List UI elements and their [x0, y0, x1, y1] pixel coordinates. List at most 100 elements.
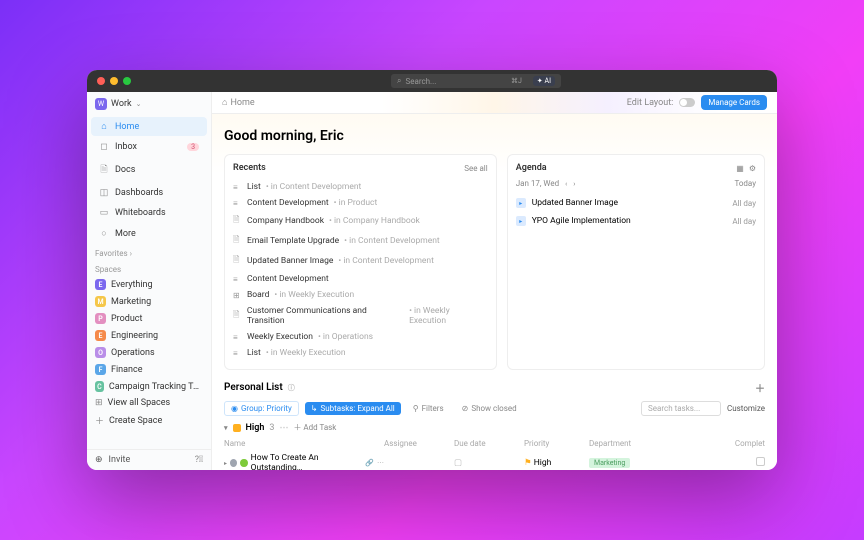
- customize-button[interactable]: Customize: [727, 404, 765, 413]
- event-icon: ▸: [516, 216, 526, 226]
- task-row[interactable]: ▸ How To Create An Outstanding… 🔗 ⋯ ▢ ⚑ …: [224, 450, 765, 470]
- filters-button[interactable]: ⚲ Filters: [407, 402, 450, 415]
- recent-item[interactable]: 🗎Email Template Upgrade • in Content Dev…: [233, 231, 488, 251]
- nav-whiteboards[interactable]: ▭Whiteboards: [91, 204, 207, 222]
- favorites-label[interactable]: Favorites ›: [87, 244, 211, 260]
- chevron-down-icon: ⌄: [136, 100, 142, 108]
- add-task-button[interactable]: ＋ Add Task: [293, 422, 336, 433]
- global-search[interactable]: ⌕ Search... ⌘J ✦ AI: [391, 74, 561, 88]
- window-controls: [97, 77, 131, 85]
- complete-checkbox[interactable]: [756, 457, 765, 466]
- task-link-icon[interactable]: 🔗: [365, 459, 374, 467]
- task-name: How To Create An Outstanding…: [251, 453, 363, 470]
- item-type-icon: ≡: [233, 183, 242, 192]
- help-icon[interactable]: ?⃝: [195, 455, 203, 465]
- whiteboard-icon: ▭: [99, 208, 109, 218]
- dashboard-icon: ◫: [99, 188, 109, 198]
- group-pill[interactable]: ◉ Group: Priority: [224, 401, 299, 416]
- space-campaign[interactable]: CCampaign Tracking Template: [87, 378, 211, 395]
- task-count: 3: [269, 423, 274, 433]
- minimize-icon[interactable]: [110, 77, 118, 85]
- recent-item[interactable]: 🗎Updated Banner Image • in Content Devel…: [233, 251, 488, 271]
- space-finance[interactable]: FFinance: [87, 361, 211, 378]
- see-all-link[interactable]: See all: [464, 164, 487, 173]
- item-type-icon: ⊞: [233, 291, 242, 300]
- recent-item[interactable]: ≡List • in Weekly Execution: [233, 345, 488, 361]
- priority-color: [233, 424, 241, 432]
- agenda-card: Agenda ▦ ⚙ Jan 17, Wed ‹ › Today ▸Updated …: [507, 154, 765, 370]
- inbox-icon: ◻: [99, 142, 109, 152]
- agenda-title: Agenda: [516, 163, 547, 173]
- search-shortcut: ⌘J: [508, 77, 525, 85]
- table-header: Name Assignee Due date Priority Departme…: [224, 437, 765, 450]
- item-type-icon: ≡: [233, 275, 242, 284]
- recent-item[interactable]: ≡Content Development: [233, 271, 488, 287]
- item-type-icon: ≡: [233, 349, 242, 358]
- titlebar: ⌕ Search... ⌘J ✦ AI ⊕ New ⠿: [87, 70, 777, 92]
- edit-layout-toggle[interactable]: [679, 98, 695, 107]
- today-link[interactable]: Today: [734, 179, 756, 188]
- priority-group-high[interactable]: ▾ High 3 ⋯ ＋ Add Task: [224, 422, 765, 433]
- status-icon[interactable]: [230, 459, 237, 467]
- greeting: Good morning, Eric: [224, 128, 765, 144]
- recents-title: Recents: [233, 163, 266, 173]
- space-product[interactable]: PProduct: [87, 310, 211, 327]
- invite-icon: ⊕: [95, 455, 103, 465]
- nav-inbox[interactable]: ◻Inbox3: [91, 138, 207, 156]
- priority-cell[interactable]: ⚑ High: [524, 458, 589, 468]
- space-everything[interactable]: EEverything: [87, 276, 211, 293]
- item-type-icon: 🗎: [233, 254, 242, 268]
- recents-card: Recents See all ≡List • in Content Develo…: [224, 154, 497, 370]
- topbar: ⌂ Home Edit Layout: Manage Cards: [212, 92, 777, 114]
- item-type-icon: 🗎: [233, 214, 242, 228]
- recent-item[interactable]: 🗎Customer Communications and Transition …: [233, 303, 488, 329]
- recent-item[interactable]: 🗎Company Handbook • in Company Handbook: [233, 211, 488, 231]
- agenda-item[interactable]: ▸YPO Agile ImplementationAll day: [516, 212, 756, 230]
- subtask-status-icon: [240, 459, 247, 467]
- space-operations[interactable]: OOperations: [87, 344, 211, 361]
- nav-home[interactable]: ⌂Home: [91, 117, 207, 136]
- recent-item[interactable]: ≡Weekly Execution • in Operations: [233, 329, 488, 345]
- space-engineering[interactable]: EEngineering: [87, 327, 211, 344]
- task-search[interactable]: Search tasks...: [641, 401, 721, 416]
- agenda-date: Jan 17, Wed: [516, 179, 559, 188]
- view-all-spaces[interactable]: ⊞View all Spaces: [87, 395, 211, 411]
- nav-more[interactable]: ○More: [91, 224, 207, 243]
- space-marketing[interactable]: MMarketing: [87, 293, 211, 310]
- prev-day[interactable]: ‹: [565, 180, 567, 188]
- personal-list-header: Personal List ⓘ ＋: [224, 380, 765, 395]
- manage-cards-button[interactable]: Manage Cards: [701, 95, 767, 110]
- breadcrumb-home[interactable]: Home: [230, 98, 254, 108]
- subtasks-pill[interactable]: ↳ Subtasks: Expand All: [305, 402, 401, 415]
- edit-layout-label: Edit Layout:: [627, 98, 674, 108]
- item-type-icon: 🗎: [233, 234, 242, 248]
- home-icon: ⌂: [99, 121, 109, 132]
- info-icon[interactable]: ⓘ: [288, 383, 295, 393]
- show-closed-button[interactable]: ⊘ Show closed: [456, 402, 523, 415]
- nav-docs[interactable]: 🗎Docs: [91, 158, 207, 182]
- search-icon: ⌕: [397, 76, 401, 86]
- agenda-item[interactable]: ▸Updated Banner ImageAll day: [516, 194, 756, 212]
- close-icon[interactable]: [97, 77, 105, 85]
- item-type-icon: ≡: [233, 199, 242, 208]
- event-icon: ▸: [516, 198, 526, 208]
- next-day[interactable]: ›: [573, 180, 575, 188]
- recent-item[interactable]: ≡Content Development • in Product: [233, 195, 488, 211]
- recent-item[interactable]: ⊞Board • in Weekly Execution: [233, 287, 488, 303]
- maximize-icon[interactable]: [123, 77, 131, 85]
- flag-icon: ⚑: [524, 458, 532, 468]
- create-space[interactable]: ＋Create Space: [87, 411, 211, 430]
- workspace-selector[interactable]: W Work ⌄: [87, 92, 211, 116]
- inbox-count: 3: [187, 143, 199, 151]
- gear-icon[interactable]: ⚙: [749, 164, 756, 173]
- due-date-cell[interactable]: ▢: [454, 458, 524, 468]
- add-card-button[interactable]: ＋: [755, 380, 765, 395]
- item-type-icon: 🗎: [233, 309, 242, 323]
- department-chip[interactable]: Marketing: [589, 458, 630, 468]
- calendar-icon[interactable]: ▦: [736, 164, 744, 173]
- invite-button[interactable]: Invite: [109, 455, 131, 465]
- doc-icon: 🗎: [99, 162, 109, 178]
- ai-button[interactable]: ✦ AI: [533, 76, 555, 86]
- recent-item[interactable]: ≡List • in Content Development: [233, 179, 488, 195]
- nav-dashboards[interactable]: ◫Dashboards: [91, 184, 207, 202]
